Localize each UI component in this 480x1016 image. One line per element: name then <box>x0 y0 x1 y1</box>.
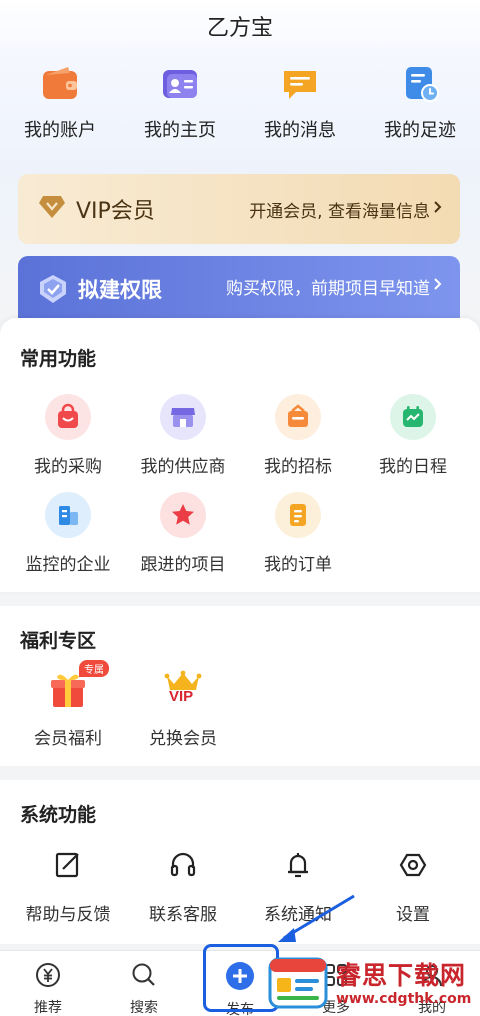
watermark-title: 睿思下载网 <box>336 961 467 990</box>
menu-label: 监控的企业 <box>25 555 111 575</box>
watermark-url: www.cdgthk.com <box>336 991 472 1007</box>
search-icon <box>130 961 158 993</box>
gift-icon: 专属 <box>45 660 109 712</box>
vip-action: 开通会员, 查看海量信息 <box>249 197 444 222</box>
app-title: 乙方宝 <box>206 16 273 41</box>
section-title: 常用功能 <box>20 348 97 370</box>
permission-title: 拟建权限 <box>78 278 162 302</box>
pointer-arrow-icon <box>278 894 355 942</box>
menu-label: 帮助与反馈 <box>25 905 111 925</box>
menu-label: 我的日程 <box>379 457 447 477</box>
crown-vip-icon: VIP <box>160 666 206 712</box>
yen-icon <box>34 961 62 993</box>
diamond-icon <box>38 194 66 224</box>
menu-my-schedule[interactable]: 我的日程 <box>353 394 473 477</box>
menu-label: 联系客服 <box>149 905 217 925</box>
shortcut-my-footprint[interactable]: 我的足迹 <box>360 64 480 148</box>
welfare-section: 福利专区 专属 会员福利 VIP 兑换会员 <box>0 606 480 766</box>
shopping-bag-icon <box>45 394 91 440</box>
menu-label: 我的订单 <box>264 555 332 575</box>
bell-icon <box>275 842 321 888</box>
menu-label: 我的招标 <box>264 457 332 477</box>
menu-monitored-companies[interactable]: 监控的企业 <box>8 492 128 575</box>
feedback-icon <box>45 842 91 888</box>
wallet-icon <box>40 64 80 104</box>
section-title: 系统功能 <box>20 804 97 826</box>
nav-recommend[interactable]: 推荐 <box>0 951 96 1016</box>
menu-my-purchases[interactable]: 我的采购 <box>8 394 128 477</box>
menu-my-bidding[interactable]: 我的招标 <box>238 394 358 477</box>
shortcut-my-messages[interactable]: 我的消息 <box>240 64 360 148</box>
system-functions-section: 系统功能 帮助与反馈 联系客服 系统通知 设置 <box>0 780 480 944</box>
building-icon <box>45 492 91 538</box>
top-shortcuts: 我的账户 我的主页 我的消息 我的足迹 <box>0 64 480 148</box>
menu-settings[interactable]: 设置 <box>353 842 473 925</box>
menu-label: 设置 <box>396 905 430 925</box>
permission-action-text: 购买权限，前期项目早知道 <box>226 279 430 299</box>
shortcut-label: 我的足迹 <box>384 120 456 141</box>
menu-my-orders[interactable]: 我的订单 <box>238 492 358 575</box>
menu-member-benefits[interactable]: 专属 会员福利 <box>8 660 128 749</box>
section-title: 福利专区 <box>20 630 97 652</box>
menu-redeem-membership[interactable]: VIP 兑换会员 <box>123 666 243 749</box>
vip-title: VIP会员 <box>76 199 155 224</box>
shortcut-label: 我的账户 <box>24 120 96 141</box>
title-bar: 乙方宝 <box>0 0 480 52</box>
shortcut-my-homepage[interactable]: 我的主页 <box>120 64 240 148</box>
menu-help-feedback[interactable]: 帮助与反馈 <box>8 842 128 925</box>
watermark-logo-icon <box>268 955 330 1015</box>
menu-label: 兑换会员 <box>149 729 217 749</box>
site-watermark: 睿思下载网 www.cdgthk.com <box>268 954 480 1016</box>
menu-followed-projects[interactable]: 跟进的项目 <box>123 492 243 575</box>
message-icon <box>280 64 320 104</box>
nav-search[interactable]: 搜索 <box>96 951 192 1016</box>
permission-action: 购买权限，前期项目早知道 <box>226 274 444 299</box>
order-icon <box>275 492 321 538</box>
chevron-right-icon <box>430 199 444 220</box>
exclusive-badge: 专属 <box>79 660 109 677</box>
menu-label: 我的采购 <box>34 457 102 477</box>
settings-icon <box>390 842 436 888</box>
menu-label: 会员福利 <box>34 729 102 749</box>
vip-action-text: 开通会员, 查看海量信息 <box>249 201 430 222</box>
star-icon <box>160 492 206 538</box>
profile-card-icon <box>160 64 200 104</box>
headset-icon <box>160 842 206 888</box>
history-icon <box>400 64 440 104</box>
store-icon <box>160 394 206 440</box>
menu-label: 我的供应商 <box>140 457 226 477</box>
vip-mark: VIP <box>169 688 194 705</box>
shortcut-label: 我的消息 <box>264 120 336 141</box>
common-functions-section: 常用功能 我的采购 我的供应商 我的招标 我的日程 监控的企业 跟进的项目 我的… <box>0 318 480 592</box>
nav-label: 搜索 <box>130 1000 158 1016</box>
shortcut-my-account[interactable]: 我的账户 <box>0 64 120 148</box>
bidding-icon <box>275 394 321 440</box>
nav-label: 推荐 <box>34 1000 62 1016</box>
calendar-icon <box>390 394 436 440</box>
menu-label: 跟进的项目 <box>140 555 226 575</box>
shield-badge-icon <box>38 274 68 308</box>
menu-contact-support[interactable]: 联系客服 <box>123 842 243 925</box>
menu-my-suppliers[interactable]: 我的供应商 <box>123 394 243 477</box>
vip-membership-banner[interactable]: VIP会员 开通会员, 查看海量信息 <box>18 174 460 244</box>
shortcut-label: 我的主页 <box>144 120 216 141</box>
chevron-right-icon <box>430 276 444 297</box>
app-screen: 乙方宝 我的账户 我的主页 我的消息 我的足迹 VIP会员 开通会员, 查看海量… <box>0 0 480 1016</box>
